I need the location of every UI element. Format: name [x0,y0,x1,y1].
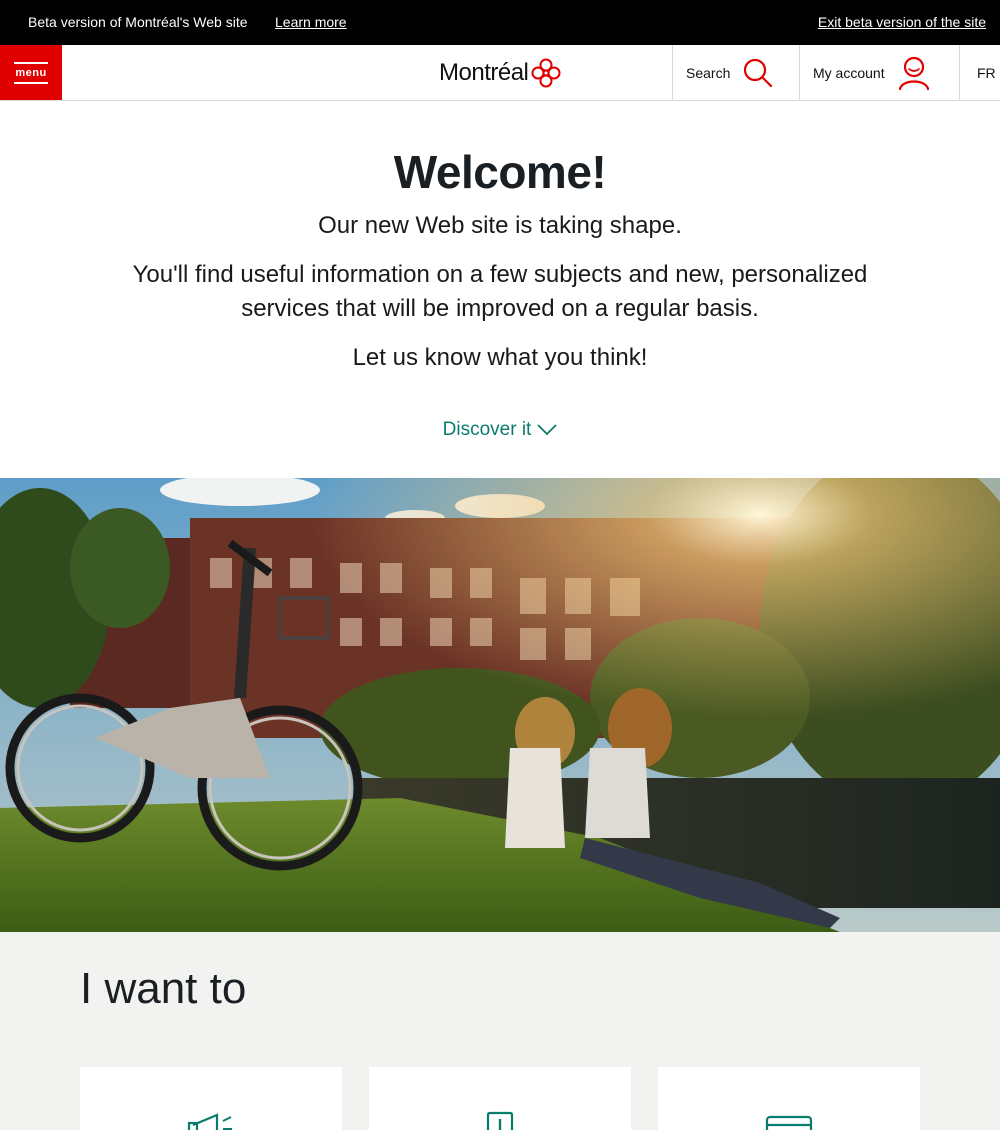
search-label: Search [686,64,731,81]
welcome-line-3: Let us know what you think! [352,344,648,371]
search-button[interactable]: Search [686,45,774,100]
menu-line-top [14,61,48,64]
user-icon [898,56,929,90]
welcome-line-2: You'll find useful information on a few … [132,261,868,322]
site-header: menu Montréal Search My account FR [0,45,1000,101]
my-account-button[interactable]: My account [813,45,931,100]
language-toggle[interactable]: FR [977,45,996,100]
i-want-to-section: I want to [0,932,1000,1130]
beta-banner: Beta version of Montréal's Web site Lear… [0,0,1000,45]
hero-photo [0,478,1000,932]
hero-image [0,478,1000,932]
welcome-section: Welcome! Our new Web site is taking shap… [0,101,1000,478]
i-want-to-card-2[interactable] [369,1067,631,1130]
card-icon [765,1115,813,1130]
menu-button[interactable]: menu [0,45,62,100]
discover-label: Discover it [442,419,532,440]
menu-label: menu [15,66,47,79]
exit-beta-link[interactable]: Exit beta version of the site [818,14,986,30]
logo-text: Montréal [439,59,529,86]
search-icon [744,58,773,87]
header-divider [799,45,800,100]
welcome-title: Welcome! [393,146,607,198]
header-divider [959,45,960,100]
montreal-logo[interactable]: Montréal [439,57,562,89]
chevron-down-icon [537,424,557,436]
rosette-icon [531,58,561,88]
welcome-line-1: Our new Web site is taking shape. [318,212,682,239]
i-want-to-card-3[interactable] [658,1067,920,1130]
account-label: My account [813,64,885,81]
i-want-to-title: I want to [80,964,247,1013]
i-want-to-card-1[interactable] [80,1067,342,1130]
language-label: FR [977,64,996,81]
learn-more-link[interactable]: Learn more [275,14,347,30]
document-alert-icon [486,1111,514,1130]
menu-line-bottom [14,81,48,84]
header-divider [672,45,673,100]
discover-link[interactable]: Discover it [0,419,1000,441]
beta-text: Beta version of Montréal's Web site [28,14,248,30]
megaphone-icon [187,1113,232,1130]
